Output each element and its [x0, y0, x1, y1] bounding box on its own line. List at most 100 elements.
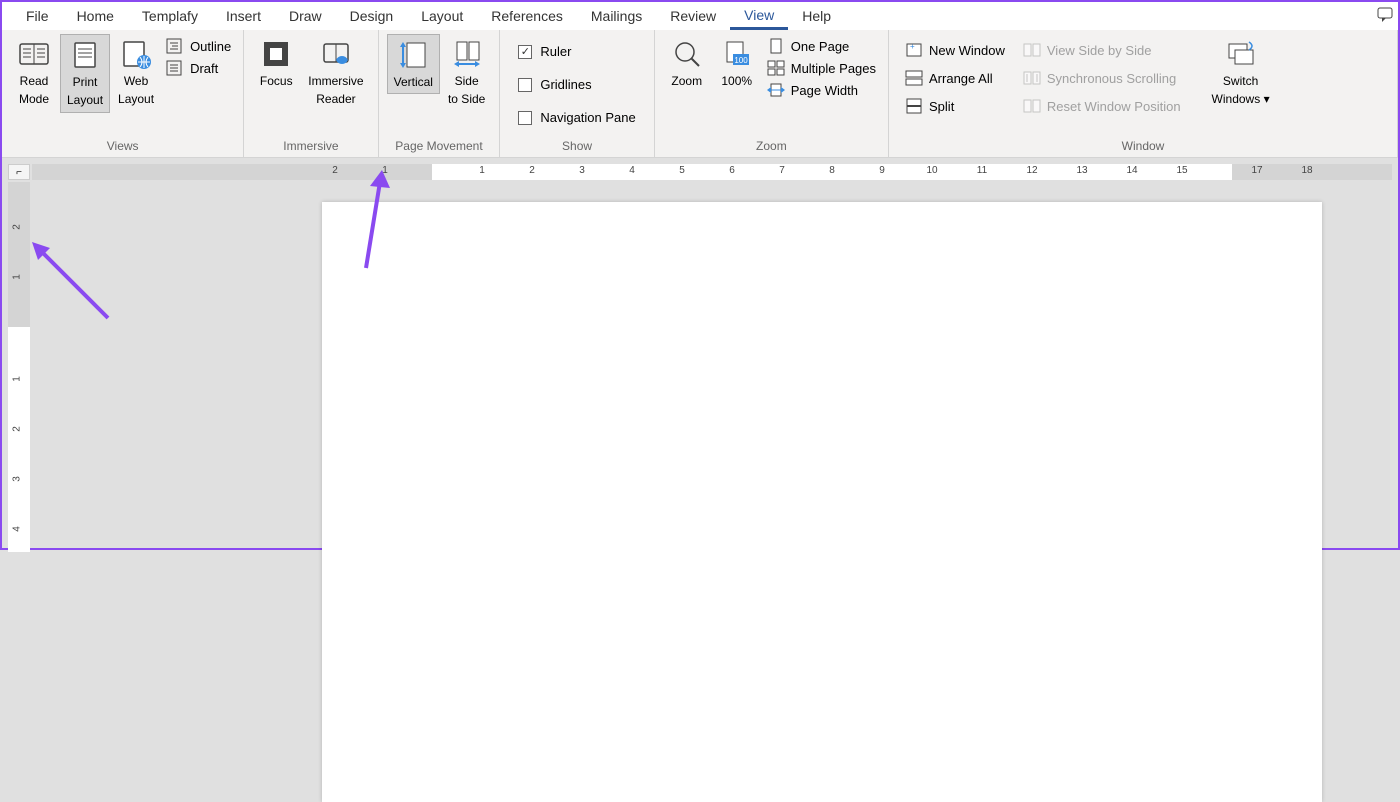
web-layout-button[interactable]: Web Layout — [112, 34, 160, 111]
multiple-pages-button[interactable]: Multiple Pages — [763, 58, 880, 78]
focus-label: Focus — [260, 74, 293, 88]
ribbon: Read Mode Print Layout Web Layout — [2, 30, 1398, 158]
vertical-icon — [397, 39, 429, 71]
h-ruler-num: 14 — [1126, 165, 1137, 176]
gridlines-checkbox-box — [518, 78, 532, 92]
web-layout-icon — [120, 38, 152, 70]
menu-layout[interactable]: Layout — [407, 4, 477, 28]
new-window-button[interactable]: + New Window — [901, 40, 1009, 60]
read-mode-label1: Read — [20, 74, 49, 88]
gridlines-checkbox[interactable]: Gridlines — [512, 73, 641, 96]
outline-icon — [166, 38, 184, 54]
split-icon — [905, 98, 923, 114]
print-layout-button[interactable]: Print Layout — [60, 34, 110, 113]
side-to-side-button[interactable]: Side to Side — [442, 34, 491, 111]
arrange-all-icon — [905, 70, 923, 86]
h-ruler-num: 13 — [1076, 165, 1087, 176]
vertical-button[interactable]: Vertical — [387, 34, 440, 94]
synchronous-scrolling-button[interactable]: Synchronous Scrolling — [1019, 68, 1185, 88]
ruler-corner[interactable]: ⌐ — [8, 164, 30, 180]
view-side-by-side-icon — [1023, 42, 1041, 58]
draft-button[interactable]: Draft — [162, 58, 235, 78]
navigation-pane-checkbox[interactable]: Navigation Pane — [512, 106, 641, 129]
reset-window-position-icon — [1023, 98, 1041, 114]
arrange-all-label: Arrange All — [929, 71, 993, 86]
group-immersive-label: Immersive — [252, 137, 369, 155]
group-show-label: Show — [508, 137, 645, 155]
reset-window-position-button[interactable]: Reset Window Position — [1019, 96, 1185, 116]
focus-icon — [260, 38, 292, 70]
side-to-side-label1: Side — [455, 74, 479, 88]
reset-window-position-label: Reset Window Position — [1047, 99, 1181, 114]
read-mode-button[interactable]: Read Mode — [10, 34, 58, 111]
h-ruler-num: 11 — [977, 165, 987, 176]
outline-button[interactable]: Outline — [162, 36, 235, 56]
h-ruler-margin-num: 18 — [1301, 165, 1312, 176]
read-mode-icon — [18, 38, 50, 70]
immersive-reader-button[interactable]: Immersive Reader — [302, 34, 369, 111]
print-layout-icon — [69, 39, 101, 71]
page-width-label: Page Width — [791, 83, 858, 98]
menu-design[interactable]: Design — [336, 4, 408, 28]
chevron-down-icon: ▾ — [1264, 92, 1270, 106]
web-layout-label1: Web — [124, 74, 148, 88]
view-side-by-side-label: View Side by Side — [1047, 43, 1152, 58]
v-ruler-margin-num: 1 — [11, 274, 22, 280]
document-page[interactable] — [322, 202, 1322, 802]
multiple-pages-label: Multiple Pages — [791, 61, 876, 76]
hundred-percent-button[interactable]: 100 100% — [713, 34, 761, 92]
zoom-button[interactable]: Zoom — [663, 34, 711, 92]
zoom-label: Zoom — [671, 74, 702, 88]
view-side-by-side-button[interactable]: View Side by Side — [1019, 40, 1185, 60]
hundred-percent-icon: 100 — [721, 38, 753, 70]
vertical-label: Vertical — [394, 75, 433, 89]
group-immersive: Focus Immersive Reader Immersive — [244, 30, 378, 157]
new-window-label: New Window — [929, 43, 1005, 58]
vertical-ruler[interactable]: 2 1 1 2 3 4 — [8, 182, 30, 552]
synchronous-scrolling-icon — [1023, 70, 1041, 86]
page-width-icon — [767, 82, 785, 98]
h-ruler-num: 8 — [829, 165, 835, 176]
menu-home[interactable]: Home — [63, 4, 128, 28]
ruler-checkbox[interactable]: Ruler — [512, 40, 641, 63]
menu-file[interactable]: File — [12, 4, 63, 28]
switch-windows-button[interactable]: Switch Windows ▾ — [1206, 34, 1276, 111]
svg-text:+: + — [910, 42, 915, 51]
arrange-all-button[interactable]: Arrange All — [901, 68, 1009, 88]
gridlines-checkbox-label: Gridlines — [540, 77, 591, 92]
side-to-side-icon — [451, 38, 483, 70]
menu-review[interactable]: Review — [656, 4, 730, 28]
annotation-arrow-vertical-ruler — [28, 238, 128, 338]
menu-draw[interactable]: Draw — [275, 4, 336, 28]
one-page-button[interactable]: One Page — [763, 36, 880, 56]
menu-mailings[interactable]: Mailings — [577, 4, 656, 28]
navigation-pane-checkbox-label: Navigation Pane — [540, 110, 635, 125]
print-layout-label2: Layout — [67, 93, 103, 107]
immersive-reader-icon — [320, 38, 352, 70]
split-button[interactable]: Split — [901, 96, 1009, 116]
print-layout-label1: Print — [73, 75, 98, 89]
menu-help[interactable]: Help — [788, 4, 845, 28]
horizontal-ruler[interactable]: 2 1 1 2 3 4 5 6 7 8 9 10 11 12 13 14 15 … — [32, 164, 1392, 180]
navigation-pane-checkbox-box — [518, 111, 532, 125]
immersive-reader-label1: Immersive — [308, 74, 363, 88]
v-ruler-num: 4 — [11, 526, 22, 532]
page-width-button[interactable]: Page Width — [763, 80, 880, 100]
menu-insert[interactable]: Insert — [212, 4, 275, 28]
v-ruler-num: 3 — [11, 476, 22, 482]
group-window-label: Window — [897, 137, 1389, 155]
split-label: Split — [929, 99, 954, 114]
focus-button[interactable]: Focus — [252, 34, 300, 92]
svg-text:100: 100 — [734, 56, 748, 65]
synchronous-scrolling-label: Synchronous Scrolling — [1047, 71, 1176, 86]
h-ruler-num: 1 — [479, 165, 485, 176]
menu-view[interactable]: View — [730, 3, 788, 30]
menu-references[interactable]: References — [477, 4, 577, 28]
group-views: Read Mode Print Layout Web Layout — [2, 30, 244, 157]
multiple-pages-icon — [767, 60, 785, 76]
h-ruler-num: 3 — [579, 165, 585, 176]
comments-icon[interactable] — [1376, 6, 1394, 24]
group-zoom-label: Zoom — [663, 137, 880, 155]
one-page-icon — [767, 38, 785, 54]
menu-templafy[interactable]: Templafy — [128, 4, 212, 28]
